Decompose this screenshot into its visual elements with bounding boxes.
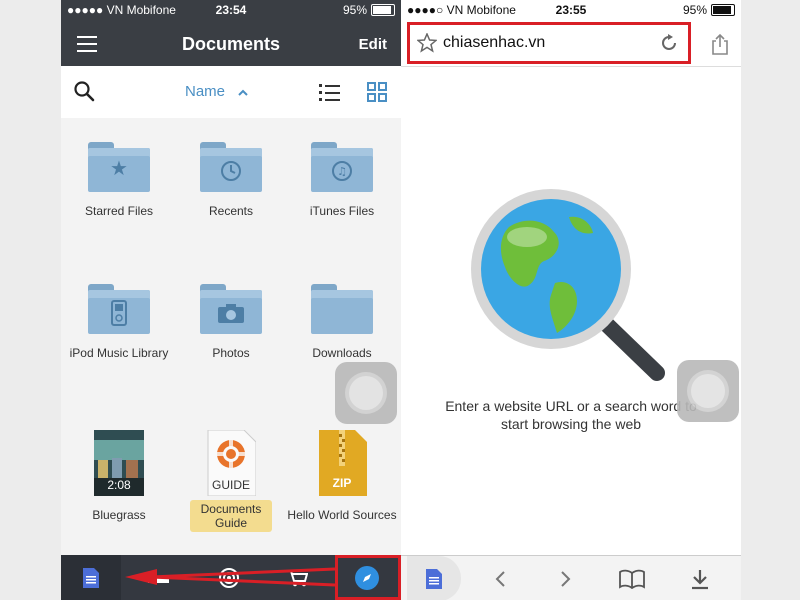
item-label: Documents Guide — [190, 500, 272, 532]
item-label: Bluegrass — [92, 508, 146, 522]
back-button[interactable] — [477, 556, 523, 600]
folder-icon: ♫ — [311, 142, 373, 192]
folder-icon — [88, 284, 150, 334]
item-label: iTunes Files — [309, 204, 375, 218]
chevron-left-icon — [495, 570, 505, 587]
battery-label: 95% — [682, 3, 707, 17]
chevron-up-icon[interactable] — [237, 87, 249, 99]
battery-indicator: 95% — [343, 3, 395, 17]
grid-item-bluegrass[interactable]: 2:08 Bluegrass — [64, 430, 174, 522]
grid-item-hello-world-sources[interactable]: ZIP Hello World Sources — [287, 430, 397, 522]
video-thumbnail: 2:08 — [94, 430, 144, 496]
documents-app-button[interactable] — [407, 556, 461, 600]
globe-search-illustration — [471, 189, 665, 381]
browser-toolbar — [401, 555, 741, 600]
highlight-box — [335, 555, 401, 600]
grid-item-photos[interactable]: Photos — [176, 284, 286, 360]
sort-name-button[interactable]: Name — [185, 83, 225, 100]
documents-screen: ●●●●● VN Mobifone 23:54 95% Documents Ed… — [61, 0, 401, 600]
document-thumbnail: GUIDE — [206, 429, 257, 497]
list-view-icon[interactable] — [319, 82, 341, 102]
video-duration: 2:08 — [107, 478, 131, 492]
status-bar: ●●●●○ VN Mobifone 23:55 95% — [401, 0, 741, 20]
grid-item-itunes-files[interactable]: ♫ iTunes Files — [287, 142, 397, 218]
reload-icon[interactable] — [659, 33, 679, 53]
item-label: Photos — [212, 346, 250, 360]
star-icon: ★ — [110, 158, 128, 180]
guide-badge: GUIDE — [211, 478, 250, 492]
battery-indicator: 95% — [683, 3, 735, 17]
folder-icon: ★ — [88, 142, 150, 192]
folder-icon — [200, 284, 262, 334]
item-label: Recents — [208, 204, 254, 218]
battery-label: 95% — [342, 3, 367, 17]
item-label: iPod Music Library — [69, 346, 169, 360]
camera-icon — [218, 304, 244, 323]
grid-item-downloads[interactable]: Downloads — [287, 284, 397, 360]
music-icon: ♫ — [332, 161, 352, 181]
clock-icon — [221, 161, 241, 181]
share-icon[interactable] — [711, 33, 729, 55]
url-text[interactable]: chiasenhac.vn — [443, 34, 545, 52]
zip-archive-icon: ZIP — [317, 430, 367, 496]
document-icon — [426, 568, 442, 589]
ipod-icon — [111, 300, 127, 326]
grid-item-starred-files[interactable]: ★ Starred Files — [64, 142, 174, 218]
file-grid: ★ Starred Files Recents ♫ iTunes Files i… — [61, 118, 401, 555]
item-label: Downloads — [312, 346, 372, 360]
page-title: Documents — [181, 34, 280, 54]
status-bar: ●●●●● VN Mobifone 23:54 95% — [61, 0, 401, 20]
assistive-touch-button[interactable] — [335, 362, 397, 424]
item-label: Starred Files — [84, 204, 154, 218]
bookmark-star-icon[interactable] — [417, 33, 437, 53]
book-icon — [619, 569, 645, 589]
battery-icon — [711, 4, 735, 16]
chevron-right-icon — [561, 570, 571, 587]
download-icon — [692, 569, 708, 589]
edit-button[interactable]: Edit — [359, 36, 387, 53]
folder-icon — [200, 142, 262, 192]
sort-bar: Name — [61, 66, 401, 119]
downloads-button[interactable] — [677, 556, 723, 600]
forward-button[interactable] — [543, 556, 589, 600]
battery-icon — [371, 4, 395, 16]
svg-text:♫: ♫ — [337, 165, 347, 178]
browser-screen: ●●●●○ VN Mobifone 23:55 95% chiasenhac.v… — [401, 0, 741, 600]
grid-item-recents[interactable]: Recents — [176, 142, 286, 218]
address-bar[interactable]: chiasenhac.vn — [407, 22, 691, 64]
bottom-tab-bar — [61, 555, 401, 600]
grid-item-ipod-music-library[interactable]: iPod Music Library — [64, 284, 174, 360]
zip-badge: ZIP — [332, 476, 352, 490]
grid-view-icon[interactable] — [367, 82, 387, 102]
item-label: Hello World Sources — [287, 508, 397, 522]
bookmarks-button[interactable] — [609, 556, 655, 600]
folder-icon — [311, 284, 373, 334]
browser-content: Enter a website URL or a search word to … — [401, 66, 741, 557]
grid-item-documents-guide[interactable]: GUIDE Documents Guide — [176, 429, 286, 532]
search-icon[interactable] — [73, 80, 95, 102]
assistive-touch-button[interactable] — [677, 360, 739, 422]
